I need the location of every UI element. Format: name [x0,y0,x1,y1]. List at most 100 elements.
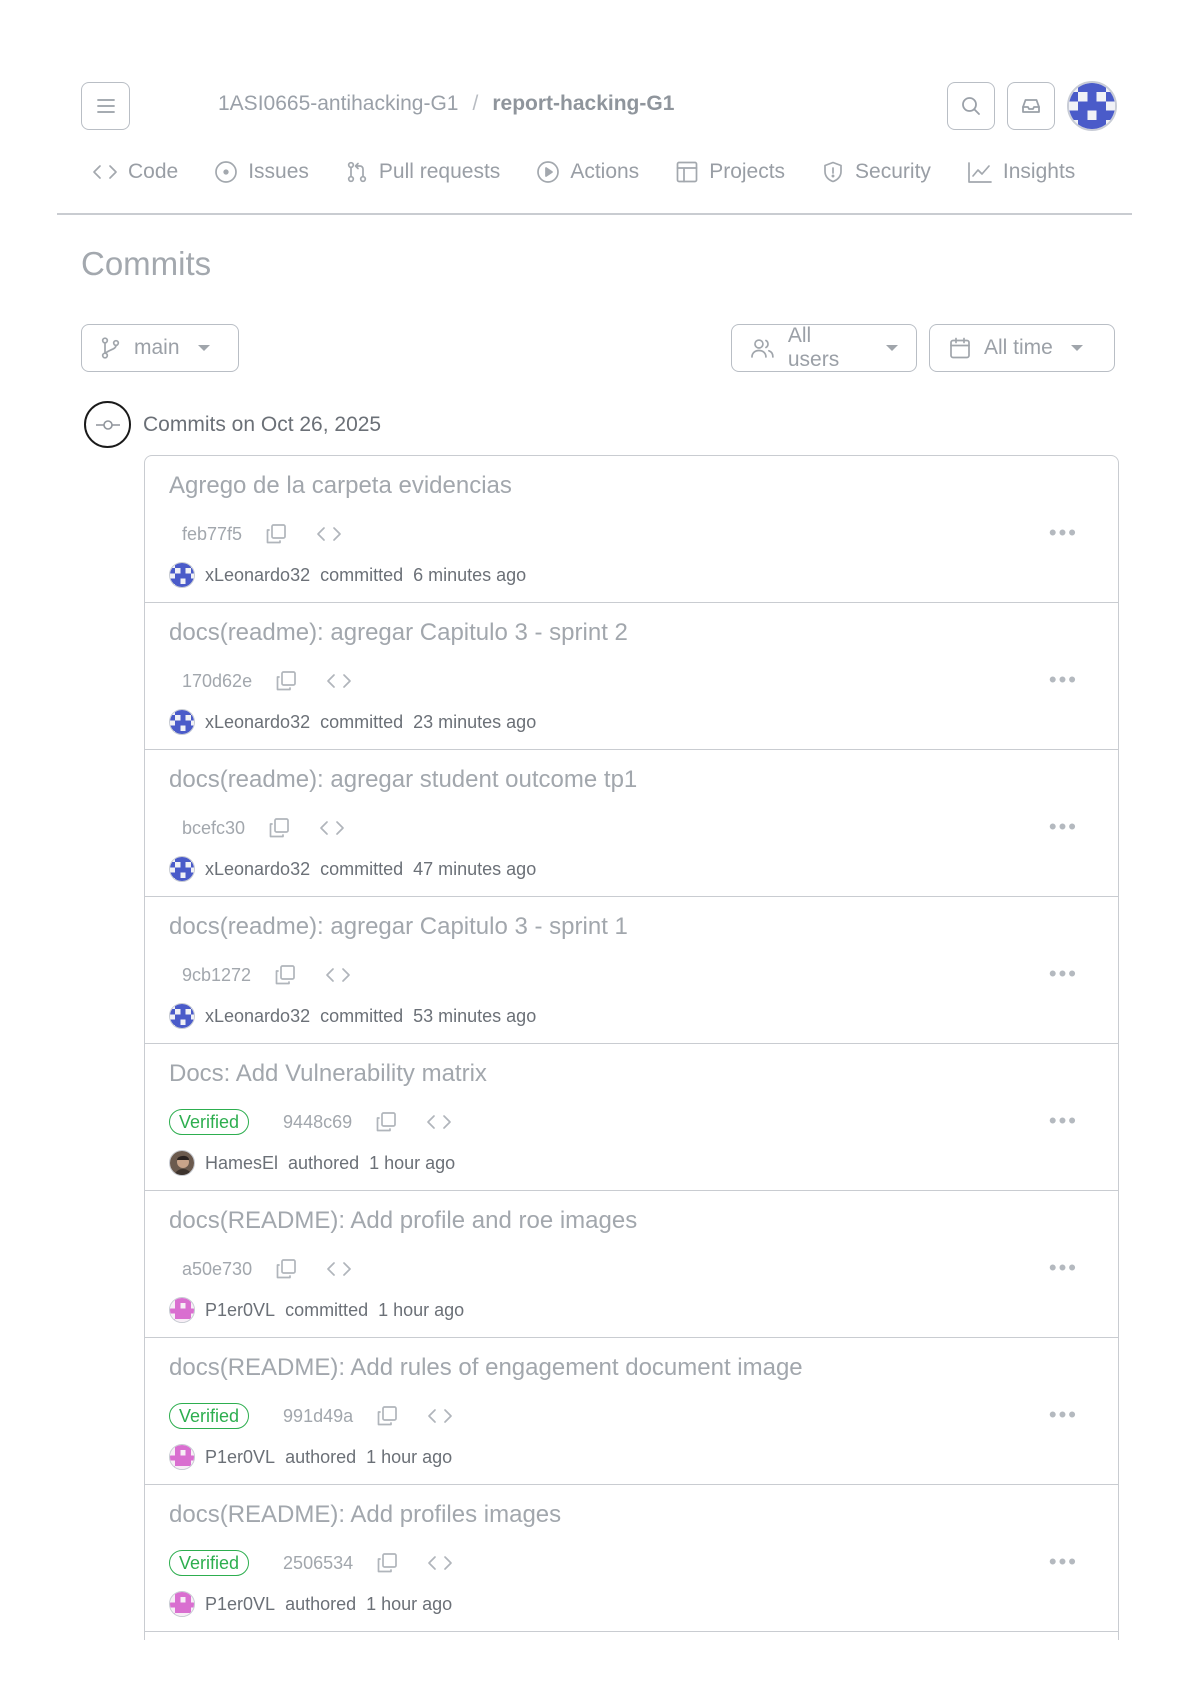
issues-icon [215,161,238,183]
commit-action: committed [320,564,404,585]
author-avatar[interactable] [169,709,195,735]
commit-author-line: xLeonardo32 committed 6 minutes ago [169,562,526,588]
commit-action: authored [285,1593,357,1614]
commit-row[interactable]: docs(README): Add profile and roe images… [145,1191,1118,1338]
copy-icon[interactable] [374,1110,398,1134]
commit-sha[interactable]: 2506534 [283,1553,353,1574]
browse-code-icon[interactable] [326,671,352,691]
more-options-icon[interactable]: ••• [1049,1108,1078,1134]
browse-code-icon[interactable] [426,1112,452,1132]
tab-insights[interactable]: Insights [967,160,1075,184]
commit-time: 53 minutes ago [413,1005,537,1026]
tab-projects[interactable]: Projects [675,160,785,184]
tab-pull-requests[interactable]: Pull requests [345,160,500,184]
author-avatar[interactable] [169,1150,195,1176]
commit-sha[interactable]: 170d62e [182,671,252,692]
author-name[interactable]: P1er0VL [205,1300,275,1321]
commit-sha[interactable]: feb77f5 [182,524,242,545]
commit-sha[interactable]: 991d49a [283,1406,353,1427]
commit-sha[interactable]: a50e730 [182,1259,252,1280]
author-name[interactable]: xLeonardo32 [205,1006,310,1027]
user-avatar[interactable] [1067,81,1117,131]
users-filter[interactable]: All users [731,324,917,372]
commit-message-link[interactable]: docs(readme): agregar Capitulo 3 - sprin… [169,913,628,941]
verified-badge[interactable]: Verified [169,1403,250,1429]
commit-message-link[interactable]: docs(README): Add profiles images [169,1501,561,1529]
time-filter[interactable]: All time [929,324,1115,372]
repo-owner-link[interactable]: 1ASI0665-antihacking-G1 [218,92,459,116]
inbox-button[interactable] [1007,82,1055,130]
tab-issues[interactable]: Issues [214,160,309,184]
tab-projects-label: Projects [709,160,786,183]
branch-selector[interactable]: main [81,324,239,372]
users-filter-label: All users [787,324,840,371]
search-button[interactable] [947,82,995,130]
commit-row[interactable]: docs(readme): agregar Capitulo 3 - sprin… [145,603,1118,750]
more-options-icon[interactable]: ••• [1049,520,1078,546]
commit-row[interactable]: docs(README): Add rules of engagement do… [145,1338,1118,1485]
author-avatar[interactable] [169,1591,195,1617]
commit-action: authored [288,1152,360,1173]
menu-button[interactable] [81,82,130,130]
more-options-icon[interactable]: ••• [1049,1402,1078,1428]
copy-icon[interactable] [264,522,288,546]
browse-code-icon[interactable] [427,1406,453,1426]
breadcrumb-separator: / [472,92,479,115]
verified-badge[interactable]: Verified [169,1550,250,1576]
verified-badge[interactable]: Verified [169,1109,250,1135]
commit-row[interactable]: Agrego de la carpeta evidencias feb77f5 xL… [145,456,1118,603]
more-options-icon[interactable]: ••• [1049,814,1078,840]
author-name[interactable]: xLeonardo32 [205,565,310,586]
pull-request-icon [347,161,367,183]
commit-row[interactable]: docs(README): Add profiles images Verifie… [145,1485,1118,1632]
browse-code-icon[interactable] [427,1553,453,1573]
more-options-icon[interactable]: ••• [1049,1549,1078,1575]
commit-sha[interactable]: 9cb1272 [182,965,251,986]
calendar-icon [950,337,970,359]
commit-message-link[interactable]: docs(readme): agregar student outcome tp… [169,766,637,794]
commit-message-link[interactable]: docs(readme): agregar Capitulo 3 - sprin… [169,619,628,647]
more-options-icon[interactable]: ••• [1049,1255,1078,1281]
commit-message-link[interactable]: Docs: Add Vulnerability matrix [169,1060,487,1088]
browse-code-icon[interactable] [316,524,342,544]
commit-action: authored [285,1446,357,1467]
copy-icon[interactable] [375,1551,399,1575]
commit-sha[interactable]: bcefc30 [182,818,245,839]
copy-icon[interactable] [274,1257,298,1281]
author-name[interactable]: P1er0VL [205,1447,275,1468]
commit-message-link[interactable]: Agrego de la carpeta evidencias [169,472,512,500]
commit-row[interactable]: docs(readme): agregar student outcome tp… [145,750,1118,897]
browse-code-icon[interactable] [325,965,351,985]
tab-security[interactable]: Security [821,160,931,184]
commit-row[interactable]: Docs: Add Vulnerability matrix Verified 94… [145,1044,1118,1191]
commit-message-link[interactable]: docs(README): Add rules of engagement do… [169,1354,803,1382]
commit-author-line: HamesEl authored 1 hour ago [169,1150,455,1176]
browse-code-icon[interactable] [319,818,345,838]
copy-icon[interactable] [375,1404,399,1428]
author-name[interactable]: HamesEl [205,1153,278,1174]
copy-icon[interactable] [273,963,297,987]
author-name[interactable]: P1er0VL [205,1594,275,1615]
time-filter-label: All time [984,336,1053,359]
more-options-icon[interactable]: ••• [1049,961,1078,987]
author-avatar[interactable] [169,1297,195,1323]
author-avatar[interactable] [169,562,195,588]
author-name[interactable]: xLeonardo32 [205,712,310,733]
repo-nav-tabs: Code Issues Pull requests Actions Projec… [92,160,1111,184]
tab-actions[interactable]: Actions [536,160,639,184]
repo-name-link[interactable]: report-hacking-G1 [492,92,674,116]
commit-meta: 9cb1272 [169,961,379,989]
author-avatar[interactable] [169,1003,195,1029]
commit-row[interactable]: docs(readme): agregar Capitulo 3 - sprin… [145,897,1118,1044]
people-icon [751,339,774,358]
author-avatar[interactable] [169,856,195,882]
author-name[interactable]: xLeonardo32 [205,859,310,880]
tab-code[interactable]: Code [92,160,178,184]
author-avatar[interactable] [169,1444,195,1470]
commit-sha[interactable]: 9448c69 [283,1112,352,1133]
commit-message-link[interactable]: docs(README): Add profile and roe images [169,1207,637,1235]
copy-icon[interactable] [274,669,298,693]
browse-code-icon[interactable] [326,1259,352,1279]
copy-icon[interactable] [267,816,291,840]
more-options-icon[interactable]: ••• [1049,667,1078,693]
